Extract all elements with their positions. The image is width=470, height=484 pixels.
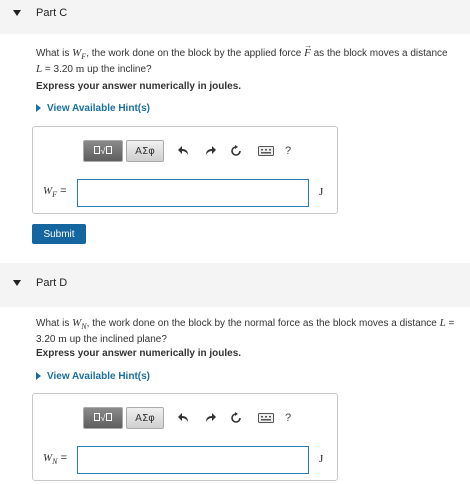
- reset-icon[interactable]: [227, 142, 245, 160]
- collapse-triangle-icon[interactable]: [13, 280, 21, 286]
- part-c-hint-link[interactable]: View Available Hint(s): [36, 103, 150, 114]
- part-c-submit-button[interactable]: Submit: [32, 224, 86, 244]
- greek-symbols-button[interactable]: ΑΣφ: [126, 140, 164, 162]
- help-button[interactable]: ?: [285, 145, 291, 157]
- expand-hint-icon: [36, 372, 41, 381]
- part-d-unit: J: [319, 453, 324, 465]
- templates-button[interactable]: √: [83, 407, 123, 429]
- part-c-header[interactable]: Part C: [0, 0, 470, 34]
- reset-icon[interactable]: [227, 409, 245, 427]
- part-c-express-instruction: Express your answer numerically in joule…: [36, 81, 242, 92]
- part-d-question: What is WN, the work done on the block b…: [36, 317, 455, 345]
- part-d-answer-box: √ ΑΣφ ? WN = J: [32, 393, 338, 481]
- part-d-express-instruction: Express your answer numerically in joule…: [36, 348, 242, 359]
- keyboard-icon[interactable]: [257, 142, 275, 160]
- math-toolbar: √ ΑΣφ ?: [83, 406, 291, 430]
- part-d-answer-label: WN =: [43, 452, 67, 467]
- part-c-answer-box: √ ΑΣφ ? WF = J: [32, 126, 338, 214]
- part-c-question: What is WF, the work done on the block b…: [36, 41, 448, 75]
- templates-icon: √: [93, 145, 114, 157]
- greek-symbols-button[interactable]: ΑΣφ: [126, 407, 164, 429]
- math-toolbar: √ ΑΣφ ?: [83, 139, 291, 163]
- part-d-hint-link[interactable]: View Available Hint(s): [36, 371, 150, 382]
- part-c-answer-input[interactable]: [77, 179, 309, 207]
- part-d-answer-input[interactable]: [77, 446, 309, 474]
- collapse-triangle-icon[interactable]: [13, 10, 21, 16]
- part-c-answer-label: WF =: [43, 185, 67, 200]
- part-c-unit: J: [319, 186, 324, 198]
- undo-icon[interactable]: [175, 142, 193, 160]
- redo-icon[interactable]: [201, 142, 219, 160]
- force-vector: F →: [304, 41, 313, 59]
- part-d-title: Part D: [36, 277, 68, 289]
- templates-icon: √: [93, 412, 114, 424]
- part-d-header[interactable]: Part D: [0, 263, 470, 307]
- redo-icon[interactable]: [201, 409, 219, 427]
- keyboard-icon[interactable]: [257, 409, 275, 427]
- help-button[interactable]: ?: [285, 412, 291, 424]
- part-c-title: Part C: [36, 7, 68, 19]
- undo-icon[interactable]: [175, 409, 193, 427]
- expand-hint-icon: [36, 104, 41, 113]
- templates-button[interactable]: √: [83, 140, 123, 162]
